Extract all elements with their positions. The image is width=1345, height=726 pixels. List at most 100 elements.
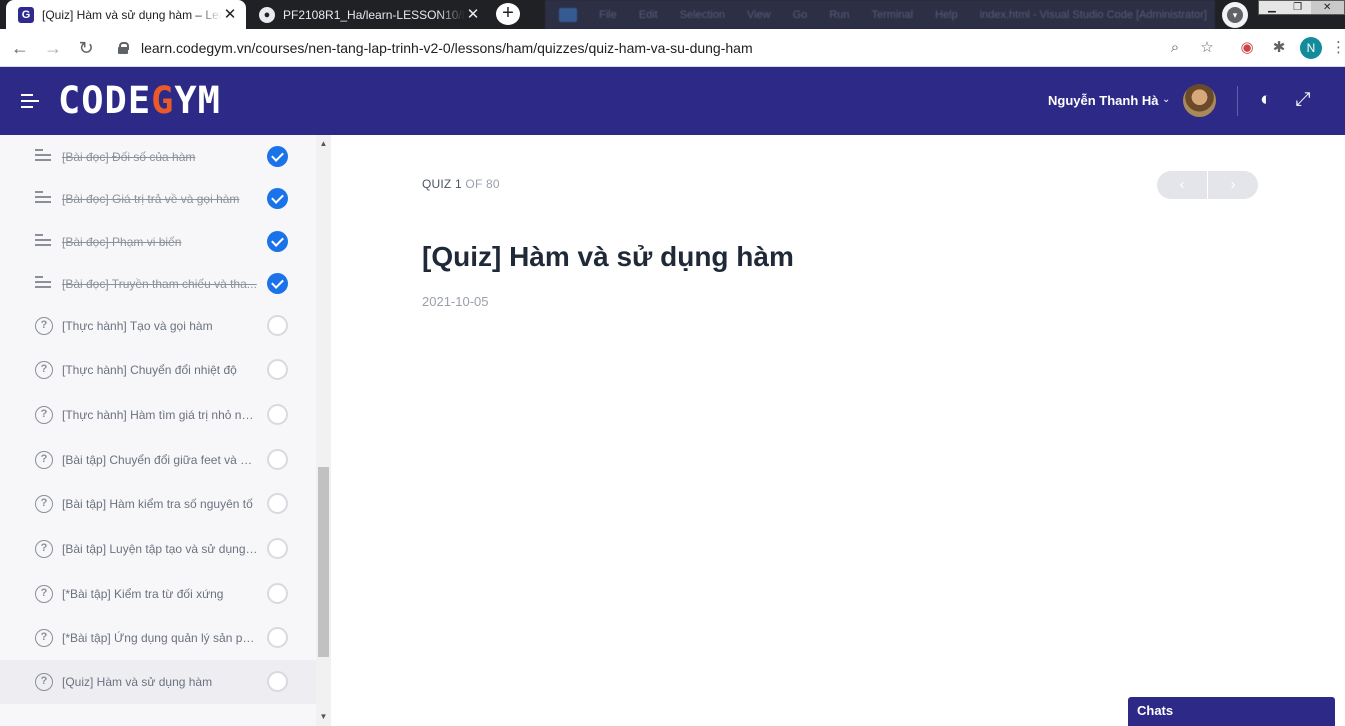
scrollbar-thumb[interactable] xyxy=(318,467,329,657)
sidebar-lesson-item[interactable]: ? [Quiz] Hàm và sử dụng hàm xyxy=(0,660,316,704)
vscode-icon xyxy=(559,7,577,22)
reading-icon xyxy=(35,234,53,252)
menu-view: View xyxy=(746,8,771,21)
incomplete-circle-icon xyxy=(267,449,288,470)
tab-title: PF2108R1_Ha/learn-LESSON10/E xyxy=(283,7,465,22)
browser-menu-icon[interactable]: ⋮ xyxy=(1331,37,1345,59)
chats-button[interactable]: Chats xyxy=(1128,697,1335,726)
quiz-counter-current: QUIZ 1 xyxy=(422,177,462,191)
sidebar-lesson-item[interactable]: ? [Thực hành] Chuyển đổi nhiệt độ xyxy=(0,348,316,392)
extensions-puzzle-icon[interactable]: ✱ xyxy=(1268,37,1290,59)
new-tab-button[interactable]: + xyxy=(496,3,520,25)
sidebar-scrollbar[interactable]: ▲ ▼ xyxy=(316,135,331,726)
lock-icon xyxy=(118,42,129,54)
back-icon[interactable]: ← xyxy=(8,36,32,60)
extension-color-icon[interactable]: ◉ xyxy=(1236,37,1258,59)
app-header: CODEGYM Nguyễn Thanh Hà ⌄ ◐ ⤢ xyxy=(0,67,1345,135)
reading-icon xyxy=(35,276,53,294)
question-icon: ? xyxy=(35,406,53,424)
profile-avatar[interactable]: N xyxy=(1300,37,1322,59)
incomplete-circle-icon xyxy=(267,359,288,380)
incomplete-circle-icon xyxy=(267,627,288,648)
sidebar-lesson-item[interactable]: ? [*Bài tập] Kiểm tra từ đối xứng xyxy=(0,572,316,616)
reading-icon xyxy=(35,191,53,209)
window-title: index.html - Visual Studio Code [Adminis… xyxy=(979,8,1207,21)
sidebar-lesson-item[interactable]: ? [Thực hành] Hàm tìm giá trị nhỏ nh... xyxy=(0,393,316,437)
menu-file: File xyxy=(599,8,617,21)
browser-tab-github[interactable]: ● PF2108R1_Ha/learn-LESSON10/E ✕ xyxy=(247,0,489,29)
close-tab-icon[interactable]: ✕ xyxy=(465,6,481,23)
close-window-button[interactable]: ✕ xyxy=(1310,1,1344,14)
menu-selection: Selection xyxy=(679,8,725,21)
question-icon: ? xyxy=(35,317,53,335)
window-controls: ▁ ❐ ✕ xyxy=(1258,0,1345,15)
sidebar-lesson-item[interactable]: [Bài đọc] Truyền tham chiếu và tha... xyxy=(0,262,316,306)
sidebar-lesson-item[interactable]: ? [Bài tập] Chuyển đổi giữa feet và m... xyxy=(0,438,316,482)
dark-mode-icon[interactable]: ◐ xyxy=(1255,89,1277,111)
browser-tab-active[interactable]: G [Quiz] Hàm và sử dụng hàm – Learn ✕ xyxy=(6,0,246,29)
page-title: [Quiz] Hàm và sử dụng hàm xyxy=(422,241,794,272)
menu-go: Go xyxy=(792,8,808,21)
lesson-label: [Thực hành] Tạo và gọi hàm xyxy=(62,319,213,333)
menu-run: Run xyxy=(829,8,850,21)
codegym-logo[interactable]: CODEGYM xyxy=(58,81,221,121)
background-window-titlebar: File Edit Selection View Go Run Terminal… xyxy=(545,0,1215,29)
tab-title: [Quiz] Hàm và sử dụng hàm – Learn xyxy=(42,7,222,22)
lesson-label: [Quiz] Hàm và sử dụng hàm xyxy=(62,675,213,689)
incomplete-circle-icon xyxy=(267,404,288,425)
incomplete-circle-icon xyxy=(267,538,288,559)
sidebar-lesson-item[interactable]: ? [*Bài tập] Ứng dụng quản lý sản ph... xyxy=(0,616,316,660)
completed-check-icon xyxy=(267,146,288,167)
sidebar-lesson-item[interactable]: [Bài đọc] Phạm vi biến xyxy=(0,220,316,264)
bookmark-star-icon[interactable]: ☆ xyxy=(1196,37,1218,59)
reading-icon xyxy=(35,149,53,167)
maximize-button[interactable]: ❐ xyxy=(1285,1,1311,14)
browser-toolbar: ← → ↻ learn.codegym.vn/courses/nen-tang-… xyxy=(0,29,1345,67)
question-icon: ? xyxy=(35,629,53,647)
fullscreen-icon[interactable]: ⤢ xyxy=(1292,89,1314,111)
minimize-button[interactable]: ▁ xyxy=(1259,1,1285,14)
next-button[interactable]: › xyxy=(1207,171,1258,199)
question-icon: ? xyxy=(35,540,53,558)
address-bar[interactable]: learn.codegym.vn/courses/nen-tang-lap-tr… xyxy=(108,33,1228,63)
lesson-label: [Bài tập] Chuyển đổi giữa feet và m... xyxy=(62,453,258,467)
forward-icon[interactable]: → xyxy=(41,36,65,60)
reload-icon[interactable]: ↻ xyxy=(74,36,98,60)
lesson-label: [Bài tập] Luyện tập tạo và sử dụng ... xyxy=(62,542,258,556)
sidebar-lesson-item[interactable]: ? [Bài tập] Hàm kiểm tra số nguyên tố xyxy=(0,482,316,526)
lesson-label: [*Bài tập] Ứng dụng quản lý sản ph... xyxy=(62,631,258,645)
tab-search-button[interactable]: ▾ xyxy=(1222,2,1248,28)
lesson-sidebar: [Bài đọc] Đối số của hàm [Bài đọc] Giá tr… xyxy=(0,135,316,726)
incomplete-circle-icon xyxy=(267,493,288,514)
quiz-counter: QUIZ 1 OF 80 xyxy=(422,177,500,191)
quiz-pager: ‹ › xyxy=(1157,171,1258,199)
incomplete-circle-icon xyxy=(267,671,288,692)
question-icon: ? xyxy=(35,673,53,691)
avatar[interactable] xyxy=(1183,84,1216,117)
completed-check-icon xyxy=(267,231,288,252)
url-text[interactable]: learn.codegym.vn/courses/nen-tang-lap-tr… xyxy=(141,40,753,56)
previous-button[interactable]: ‹ xyxy=(1157,171,1207,199)
lesson-label: [Bài đọc] Phạm vi biến xyxy=(62,235,182,249)
zoom-icon[interactable]: ⌕ xyxy=(1164,37,1186,59)
question-icon: ? xyxy=(35,585,53,603)
quiz-counter-total: OF 80 xyxy=(465,177,500,191)
close-tab-icon[interactable]: ✕ xyxy=(222,6,238,23)
sidebar-lesson-item[interactable]: ? [Bài tập] Luyện tập tạo và sử dụng ... xyxy=(0,527,316,571)
scroll-down-icon[interactable]: ▼ xyxy=(316,710,331,724)
chevron-down-icon[interactable]: ⌄ xyxy=(1162,94,1170,105)
quiz-content: QUIZ 1 OF 80 ‹ › [Quiz] Hàm và sử dụng h… xyxy=(331,135,1345,726)
menu-toggle-icon[interactable] xyxy=(21,94,39,108)
sidebar-lesson-item[interactable]: [Bài đọc] Giá trị trả về và gọi hàm xyxy=(0,177,316,221)
user-name[interactable]: Nguyễn Thanh Hà xyxy=(1048,93,1159,108)
scroll-up-icon[interactable]: ▲ xyxy=(316,137,331,151)
sidebar-lesson-item[interactable]: [Bài đọc] Đối số của hàm xyxy=(0,135,316,179)
completed-check-icon xyxy=(267,273,288,294)
lesson-label: [Bài đọc] Giá trị trả về và gọi hàm xyxy=(62,192,240,206)
lesson-label: [*Bài tập] Kiểm tra từ đối xứng xyxy=(62,587,224,601)
menu-edit: Edit xyxy=(638,8,658,21)
question-icon: ? xyxy=(35,495,53,513)
lesson-label: [Thực hành] Chuyển đổi nhiệt độ xyxy=(62,363,237,377)
lesson-label: [Thực hành] Hàm tìm giá trị nhỏ nh... xyxy=(62,408,258,422)
sidebar-lesson-item[interactable]: ? [Thực hành] Tạo và gọi hàm xyxy=(0,304,316,348)
